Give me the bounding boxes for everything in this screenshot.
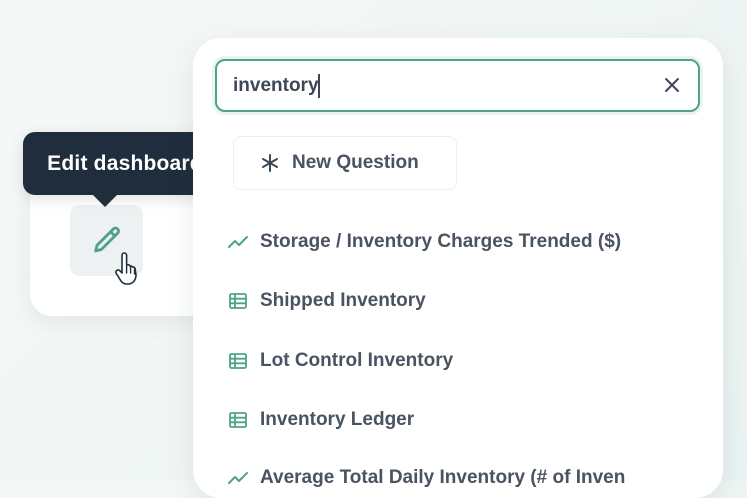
tooltip-arrow <box>92 194 118 207</box>
new-question-button[interactable]: New Question <box>233 136 457 190</box>
search-result-item[interactable]: Storage / Inventory Charges Trended ($) <box>228 226 698 258</box>
text-caret <box>318 74 320 98</box>
search-result-item[interactable]: Lot Control Inventory <box>228 345 698 377</box>
result-label: Storage / Inventory Charges Trended ($) <box>260 231 622 252</box>
table-icon <box>229 293 247 309</box>
line-chart-icon <box>228 472 248 484</box>
clear-search-button[interactable] <box>660 73 684 97</box>
tooltip-label: Edit dashboard <box>47 151 203 175</box>
asterisk-icon <box>262 154 278 172</box>
search-input[interactable] <box>233 61 643 110</box>
line-chart-icon <box>228 236 248 248</box>
table-icon <box>229 353 247 369</box>
new-question-label: New Question <box>292 152 419 173</box>
result-label: Inventory Ledger <box>260 409 415 430</box>
hand-cursor-icon <box>115 252 137 285</box>
table-icon <box>229 412 247 428</box>
result-label: Shipped Inventory <box>260 290 426 311</box>
search-result-item[interactable]: Average Total Daily Inventory (# of Inve… <box>228 462 698 494</box>
result-label: Lot Control Inventory <box>260 350 454 371</box>
search-box[interactable] <box>215 59 700 112</box>
result-label: Average Total Daily Inventory (# of Inve… <box>260 467 626 488</box>
search-result-item[interactable]: Shipped Inventory <box>228 285 698 317</box>
search-result-item[interactable]: Inventory Ledger <box>228 404 698 436</box>
close-icon <box>665 78 679 92</box>
